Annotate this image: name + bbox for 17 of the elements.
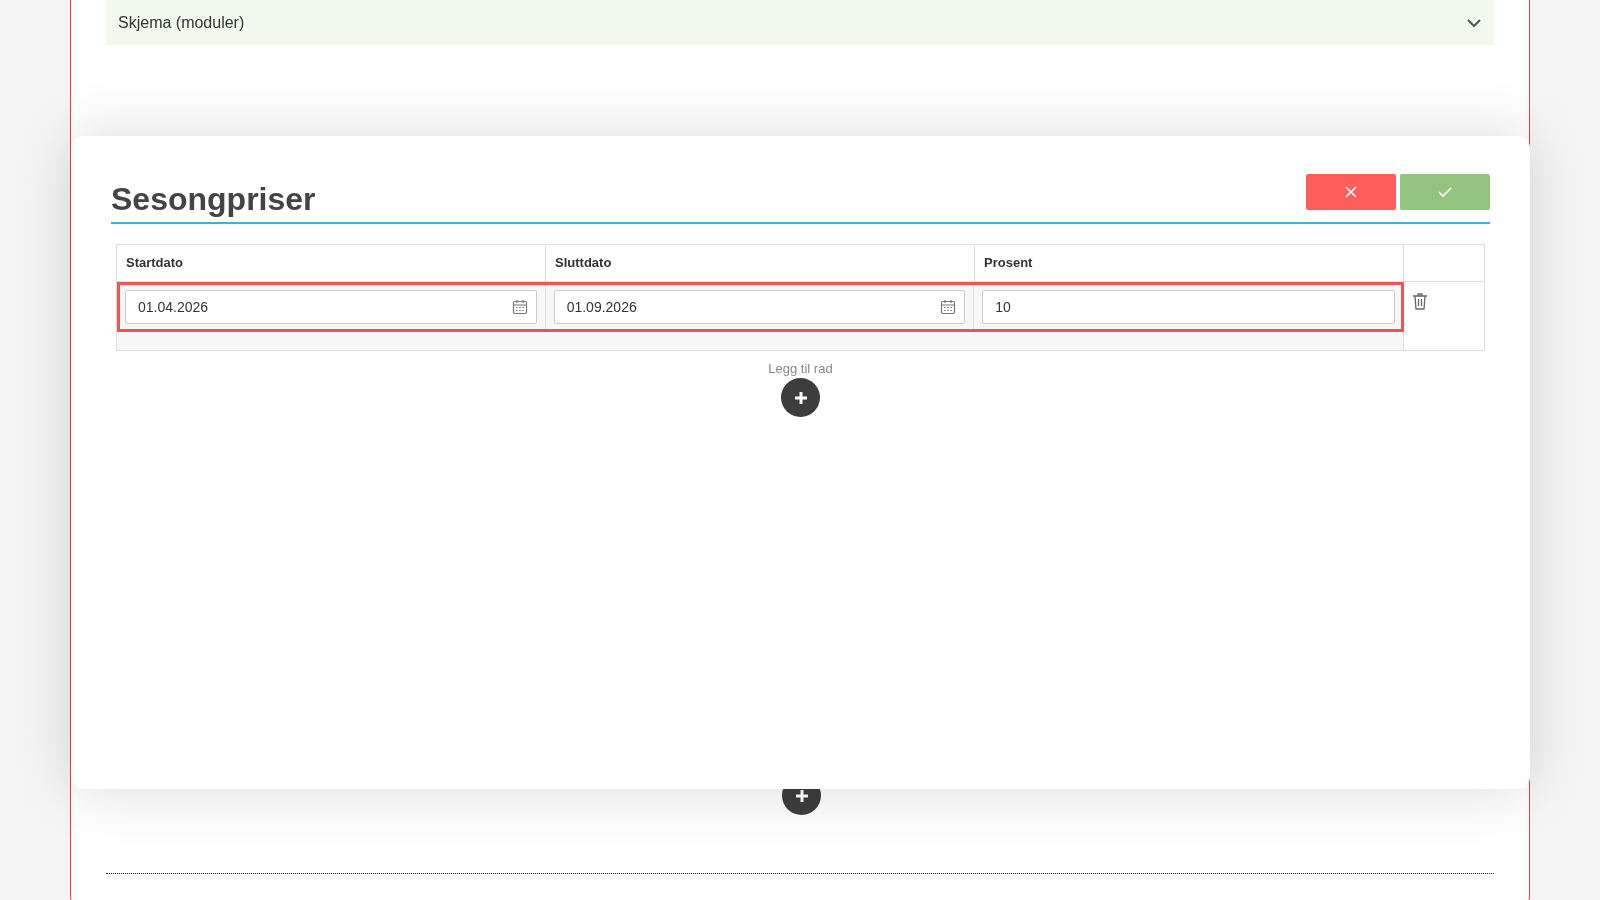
- column-header: Prosent: [975, 245, 1404, 282]
- calendar-icon[interactable]: [511, 298, 528, 315]
- date-field[interactable]: 01.04.2026: [125, 289, 537, 324]
- calendar-icon[interactable]: [940, 298, 957, 315]
- modal-title: Sesongpriser: [111, 179, 316, 218]
- check-icon: [1437, 186, 1453, 198]
- trash-icon[interactable]: [1412, 291, 1428, 310]
- add-row-button[interactable]: [781, 378, 820, 417]
- column-header: Startdato: [117, 245, 546, 282]
- accordion-title: Skjema (moduler): [118, 12, 245, 33]
- column-header: Sluttdato: [546, 245, 975, 282]
- number-field[interactable]: 10: [982, 289, 1395, 324]
- close-icon: [1344, 185, 1358, 199]
- add-row-label: Legg til rad: [768, 359, 833, 378]
- plus-icon: [792, 389, 809, 406]
- accordion-header[interactable]: Skjema (moduler): [106, 0, 1494, 45]
- date-field[interactable]: 01.09.2026: [553, 289, 966, 324]
